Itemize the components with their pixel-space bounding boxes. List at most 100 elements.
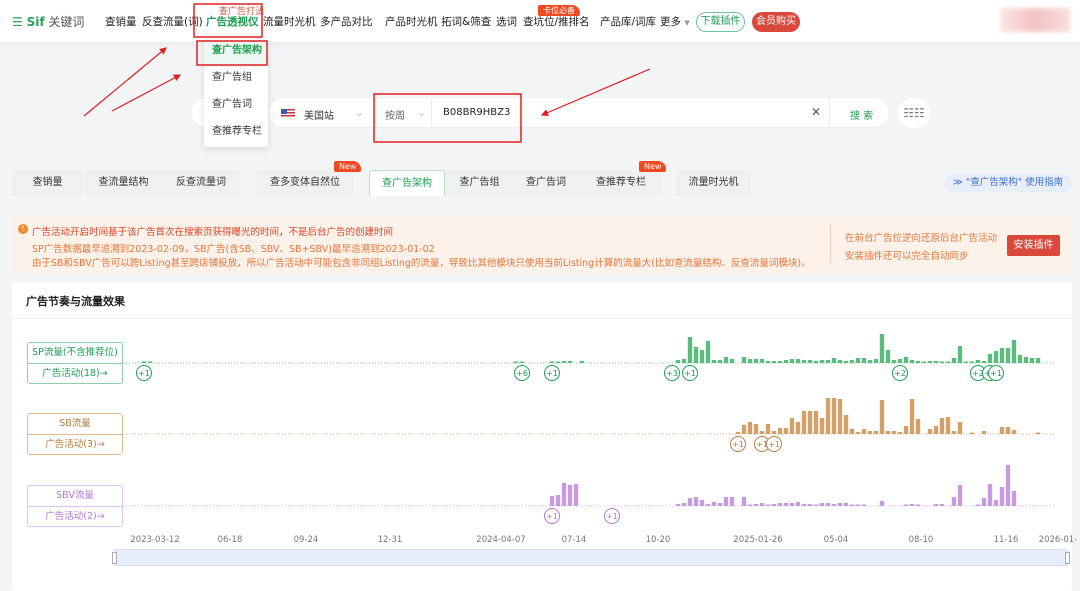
bar [981, 431, 987, 434]
bar [699, 500, 705, 506]
bar [561, 361, 567, 363]
bar [897, 432, 903, 434]
bar [555, 361, 561, 363]
bar [723, 497, 729, 506]
bar [933, 426, 939, 434]
bar [1029, 358, 1035, 363]
bar [777, 428, 783, 434]
bar [789, 503, 795, 506]
bar [729, 359, 735, 363]
bar [519, 361, 525, 363]
bar [717, 360, 723, 363]
bar [765, 504, 771, 506]
bar [681, 359, 687, 363]
bar [795, 359, 801, 363]
bar [741, 357, 747, 363]
bar [987, 354, 993, 363]
x-tick-label: 08-10 [909, 535, 934, 545]
bar [879, 334, 885, 363]
activity-marker-label: +1 [684, 369, 696, 378]
bar [789, 359, 795, 363]
bar [837, 360, 843, 363]
bar [843, 503, 849, 506]
bar [879, 501, 885, 506]
bar [561, 483, 567, 506]
bar [861, 358, 867, 363]
bar [1017, 355, 1023, 363]
bar [999, 348, 1005, 363]
bar [705, 504, 711, 506]
bar [813, 504, 819, 506]
bar [921, 361, 927, 363]
bar [567, 485, 573, 506]
bar [807, 504, 813, 506]
bar [1005, 427, 1011, 434]
x-tick-label: 12-31 [378, 535, 403, 545]
x-tick-label: 10-20 [646, 535, 671, 545]
bar [567, 361, 573, 363]
bar [885, 350, 891, 363]
activity-marker-label: +1 [138, 369, 150, 378]
x-tick-label: 2024-04-07 [476, 535, 525, 545]
bar [831, 398, 837, 434]
bar [903, 504, 909, 506]
x-tick-label: 07-14 [562, 535, 587, 545]
bar [1035, 432, 1041, 434]
bar [945, 417, 951, 434]
bar [843, 361, 849, 363]
bar [939, 361, 945, 363]
bar [675, 360, 681, 363]
slider-handle-left[interactable] [112, 552, 117, 564]
bar [747, 504, 753, 506]
bar [903, 357, 909, 363]
bar [771, 504, 777, 506]
bar [861, 504, 867, 506]
x-tick-label: 06-18 [218, 535, 243, 545]
bar [693, 347, 699, 363]
bar [849, 504, 855, 506]
bar [873, 359, 879, 363]
activity-marker-label: +2 [894, 369, 906, 378]
bar [825, 360, 831, 363]
bar [717, 503, 723, 506]
activity-marker-label: +1 [606, 512, 618, 521]
activity-marker-label: +1 [990, 369, 1002, 378]
bar [873, 431, 879, 434]
bar [1035, 358, 1041, 363]
bar [705, 341, 711, 363]
bar [837, 503, 843, 506]
bar [555, 495, 561, 506]
activity-marker-label: +1 [732, 440, 744, 449]
bar [993, 351, 999, 363]
x-tick-label: 2026-01- [1039, 535, 1078, 545]
bar [147, 361, 153, 363]
bar [579, 361, 585, 363]
bar [549, 496, 555, 506]
bar [513, 361, 519, 363]
bar [867, 360, 873, 363]
bar [693, 497, 699, 506]
slider-handle-right[interactable] [1065, 552, 1070, 564]
bar [783, 360, 789, 363]
bar [795, 422, 801, 434]
bar [801, 504, 807, 506]
bar [891, 360, 897, 363]
bar [687, 498, 693, 506]
bar [819, 503, 825, 506]
zoom-slider[interactable] [112, 549, 1070, 566]
bar [777, 503, 783, 506]
bar [747, 359, 753, 363]
bar [729, 497, 735, 506]
bar [1005, 465, 1011, 506]
bar [1011, 430, 1017, 434]
bar [1005, 348, 1011, 363]
bar [687, 337, 693, 363]
bar [711, 360, 717, 363]
activity-marker-label: +1 [546, 369, 558, 378]
bar [915, 419, 921, 434]
bar [975, 360, 981, 363]
activity-marker-label: +1 [546, 512, 558, 521]
x-tick-label: 2023-03-12 [130, 535, 179, 545]
bar [675, 504, 681, 506]
bar [861, 429, 867, 434]
